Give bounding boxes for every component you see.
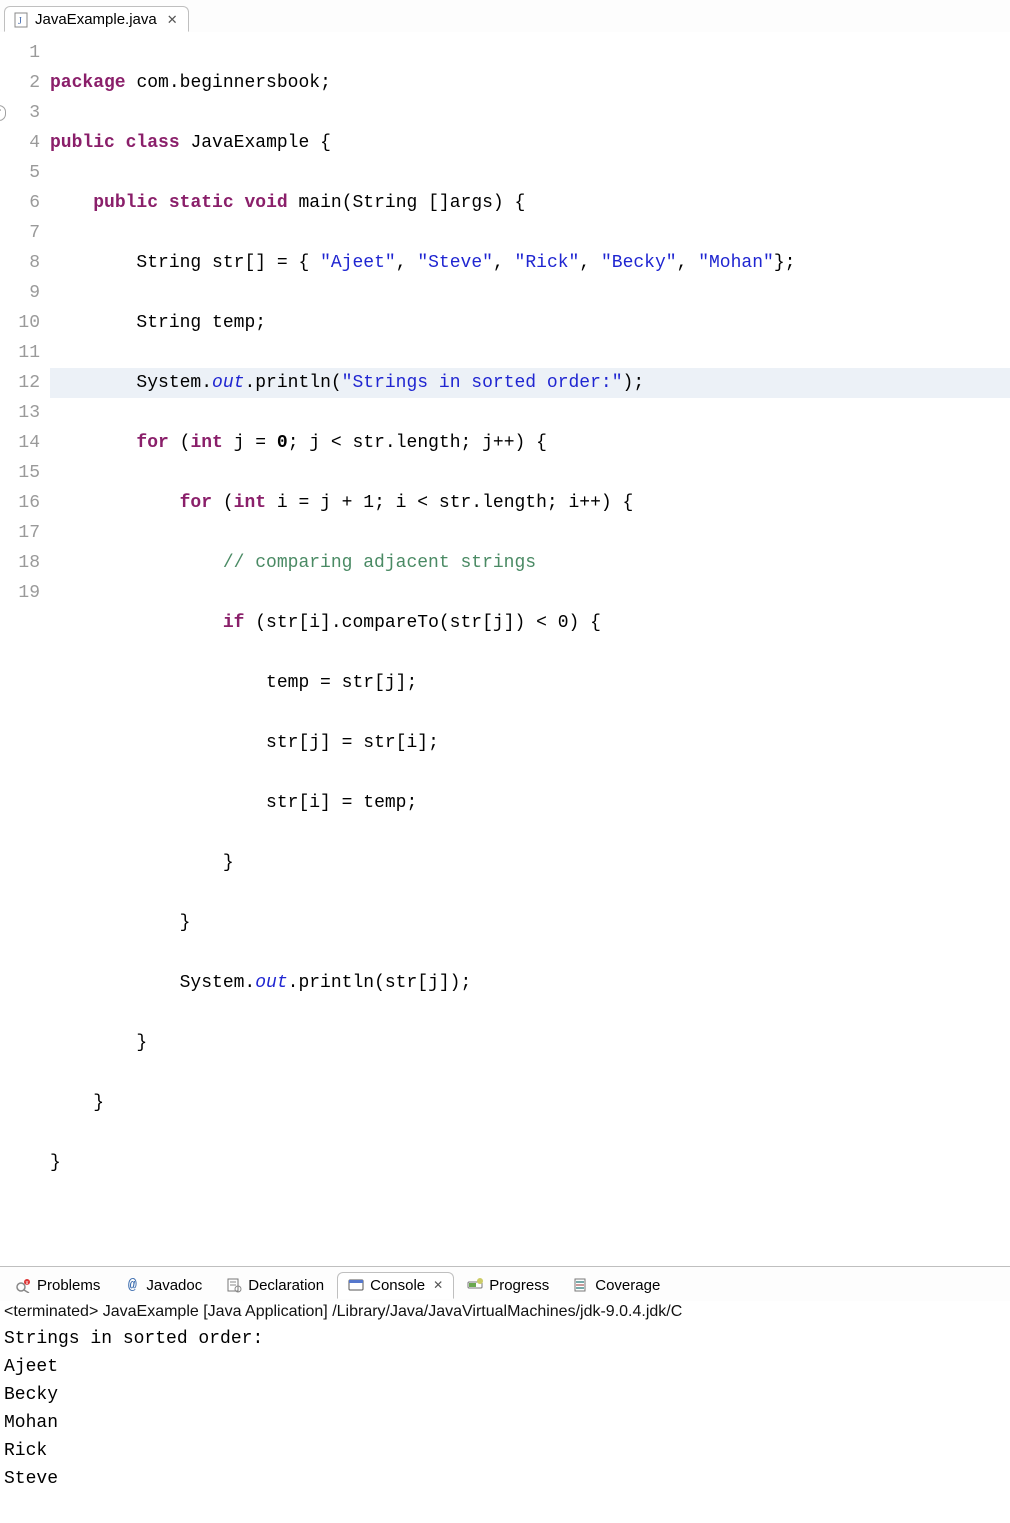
line-number: 9	[0, 278, 40, 308]
tab-label: Coverage	[595, 1277, 660, 1294]
declaration-icon	[226, 1277, 242, 1293]
svg-text:J: J	[18, 16, 22, 27]
problems-icon: x	[15, 1277, 31, 1293]
line-number: 11	[0, 338, 40, 368]
tab-label: Javadoc	[146, 1277, 202, 1294]
tab-problems[interactable]: x Problems	[4, 1272, 111, 1299]
tab-javadoc[interactable]: @ Javadoc	[113, 1272, 213, 1299]
console-output[interactable]: Strings in sorted order: Ajeet Becky Moh…	[0, 1325, 1010, 1523]
progress-icon	[467, 1277, 483, 1293]
java-file-icon: J	[13, 12, 29, 28]
line-number: 17	[0, 518, 40, 548]
line-number: 8	[0, 248, 40, 278]
line-number: 7	[0, 218, 40, 248]
line-number: 6	[0, 188, 40, 218]
line-number: 3−	[0, 98, 40, 128]
line-number: 18	[0, 548, 40, 578]
tab-label: Console	[370, 1277, 425, 1294]
line-number: 13	[0, 398, 40, 428]
close-icon[interactable]: ✕	[431, 1278, 443, 1292]
close-icon[interactable]: ✕	[163, 12, 178, 28]
line-number: 2	[0, 68, 40, 98]
code-content[interactable]: package com.beginnersbook; public class …	[50, 38, 1010, 1238]
tab-declaration[interactable]: Declaration	[215, 1272, 335, 1299]
console-icon	[348, 1277, 364, 1293]
line-number: 12	[0, 368, 40, 398]
line-number: 15	[0, 458, 40, 488]
line-number: 4	[0, 128, 40, 158]
tab-label: Declaration	[248, 1277, 324, 1294]
line-number: 10	[0, 308, 40, 338]
fold-toggle-icon[interactable]: −	[0, 105, 6, 121]
tab-label: Problems	[37, 1277, 100, 1294]
line-number: 1	[0, 38, 40, 68]
console-status: <terminated> JavaExample [Java Applicati…	[0, 1301, 1010, 1325]
editor-tab-label: JavaExample.java	[35, 11, 157, 28]
line-number: 16	[0, 488, 40, 518]
tab-console[interactable]: Console ✕	[337, 1272, 454, 1299]
tab-label: Progress	[489, 1277, 549, 1294]
code-editor[interactable]: 1 2 3− 4 5 6 7 8 9 10 11 12 13 14 15 16 …	[0, 32, 1010, 1258]
tab-coverage[interactable]: Coverage	[562, 1272, 671, 1299]
line-number: 19	[0, 578, 40, 608]
line-number-gutter: 1 2 3− 4 5 6 7 8 9 10 11 12 13 14 15 16 …	[0, 38, 50, 1238]
editor-tabbar: J JavaExample.java ✕	[0, 0, 1010, 32]
bottom-panel-tabbar: x Problems @ Javadoc Declaration Console…	[0, 1267, 1010, 1301]
line-number: 5	[0, 158, 40, 188]
svg-text:x: x	[26, 1281, 29, 1287]
tab-progress[interactable]: Progress	[456, 1272, 560, 1299]
line-number: 14	[0, 428, 40, 458]
javadoc-icon: @	[124, 1277, 140, 1293]
coverage-icon	[573, 1277, 589, 1293]
editor-tab-javaexample[interactable]: J JavaExample.java ✕	[4, 6, 189, 32]
